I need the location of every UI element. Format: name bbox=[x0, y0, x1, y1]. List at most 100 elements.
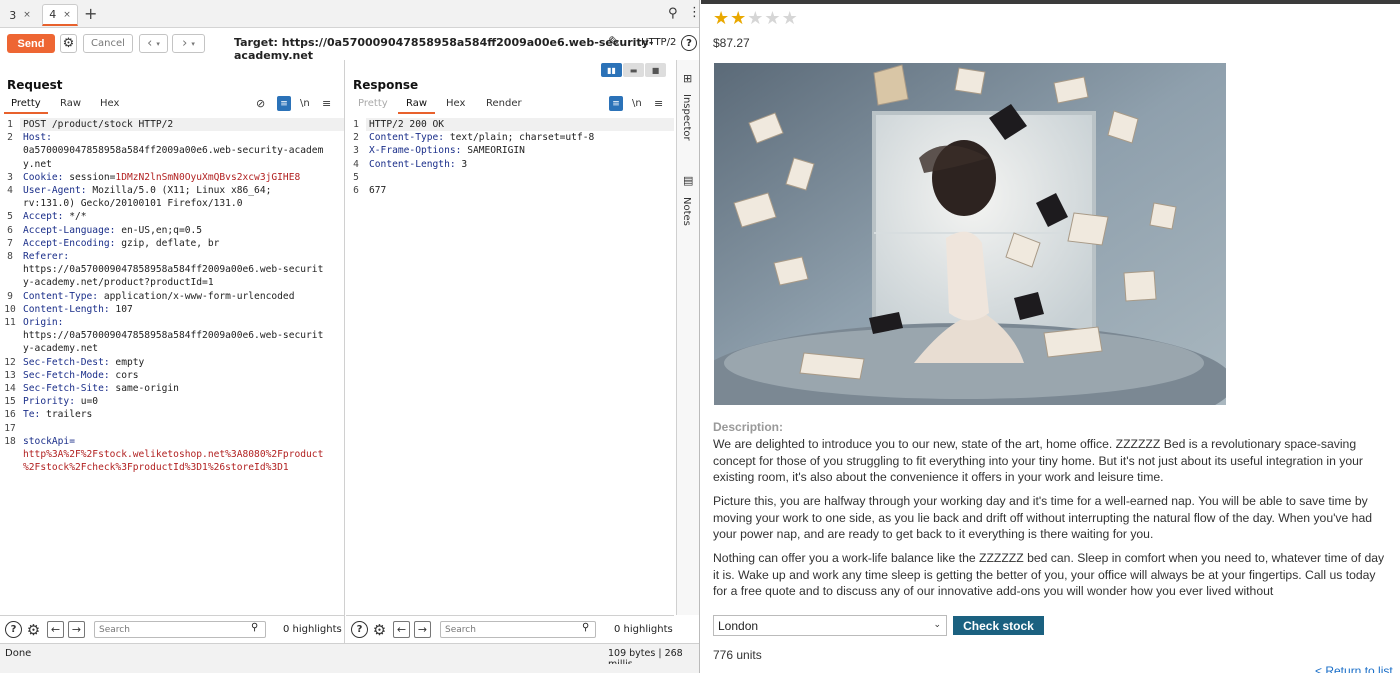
code-line: y-academy.net bbox=[0, 342, 344, 355]
line-text: User-Agent: Mozilla/5.0 (X11; Linux x86_… bbox=[20, 184, 344, 197]
line-text: https://0a570009047858958a584ff2009a00e6… bbox=[20, 329, 344, 342]
back-button[interactable]: ‹ ▾ bbox=[139, 34, 168, 53]
chevron-left-icon: ‹ bbox=[147, 36, 153, 51]
send-button[interactable]: Send bbox=[7, 34, 55, 53]
code-line: 7 Accept-Encoding: gzip, deflate, br bbox=[0, 237, 344, 250]
line-text: HTTP/2 200 OK bbox=[366, 118, 674, 132]
tab-pretty[interactable]: Pretty bbox=[4, 98, 48, 114]
cancel-button[interactable]: Cancel bbox=[83, 34, 133, 53]
header-name: Host: bbox=[23, 132, 52, 144]
next-arrow-icon[interactable]: → bbox=[414, 621, 431, 638]
menu-icon[interactable]: ≡ bbox=[654, 96, 663, 111]
forward-button[interactable]: › ▾ bbox=[172, 34, 205, 53]
layout-tabs-icon[interactable]: ■ bbox=[645, 63, 666, 77]
new-tab-icon[interactable]: + bbox=[84, 4, 97, 23]
line-number: 7 bbox=[7, 237, 13, 249]
search-input[interactable]: Search bbox=[94, 621, 266, 638]
response-viewer[interactable]: 1 HTTP/2 200 OK 2 Content-Type: text/plain;… bbox=[346, 118, 674, 197]
newline-icon[interactable]: \n bbox=[300, 96, 310, 111]
line-text: %2Fstock%2Fcheck%3FproductId%3D1%26store… bbox=[20, 461, 344, 474]
next-arrow-icon[interactable]: → bbox=[68, 621, 85, 638]
code-line: 4 User-Agent: Mozilla/5.0 (X11; Linux x86… bbox=[0, 184, 344, 197]
line-text: Sec-Fetch-Site: same-origin bbox=[20, 382, 344, 395]
help-icon[interactable]: ? bbox=[5, 621, 22, 638]
target-url: Target: https://0a570009047858958a584ff2… bbox=[234, 36, 654, 62]
header-value: 107 bbox=[109, 303, 133, 315]
tab-render[interactable]: Render bbox=[486, 98, 522, 112]
line-text: Host: bbox=[20, 131, 344, 144]
line-number: 3 bbox=[7, 171, 13, 183]
http-version[interactable]: HTTP/2 bbox=[641, 37, 676, 48]
request-panel: Request Pretty Raw Hex ⊘ ≡ \n ≡ 1 POST /p… bbox=[0, 60, 345, 615]
code-line: 3 Cookie: session=1DMzN2lnSmN0OyuXmQBvs2x… bbox=[0, 171, 344, 184]
layout-split-icon[interactable]: ▮▮ bbox=[601, 63, 622, 77]
code-line: 1 HTTP/2 200 OK bbox=[346, 118, 674, 132]
store-select[interactable]: London ⌄ bbox=[713, 615, 947, 636]
store-select-value: London bbox=[718, 618, 759, 633]
wrap-lines-icon[interactable]: ≡ bbox=[277, 96, 291, 111]
return-to-list-link[interactable]: < Return to list bbox=[1315, 664, 1393, 673]
tab-raw[interactable]: Raw bbox=[398, 98, 436, 114]
code-line: https://0a570009047858958a584ff2009a00e6… bbox=[0, 263, 344, 276]
gear-icon[interactable]: ⚙ bbox=[371, 621, 388, 639]
previous-arrow-icon[interactable]: ← bbox=[47, 621, 64, 638]
check-stock-button[interactable]: Check stock bbox=[953, 616, 1044, 635]
newline-icon[interactable]: \n bbox=[632, 96, 642, 111]
layout-stacked-icon[interactable]: ▬ bbox=[623, 63, 644, 77]
help-icon[interactable]: ? bbox=[681, 35, 697, 51]
code-line: 2 Host: bbox=[0, 131, 344, 144]
line-number: 3 bbox=[353, 145, 359, 157]
header-value: 0a570009047858958a584ff2009a00e6.web-sec… bbox=[23, 145, 324, 157]
edit-pencil-icon[interactable]: ✎ bbox=[608, 33, 621, 51]
line-text: stockApi= bbox=[20, 435, 344, 448]
star-icon: ★ bbox=[747, 8, 764, 28]
request-editor[interactable]: 1 POST /product/stock HTTP/2 2 Host: 0a57000… bbox=[0, 118, 344, 474]
line-text: POST /product/stock HTTP/2 bbox=[20, 118, 344, 132]
code-line: 5 Accept: */* bbox=[0, 210, 344, 223]
notes-icon[interactable]: ▤ bbox=[683, 174, 693, 187]
tab-hex[interactable]: Hex bbox=[100, 98, 119, 112]
notes-tab[interactable]: Notes bbox=[681, 197, 692, 226]
wrap-lines-icon[interactable]: ≡ bbox=[609, 96, 623, 111]
inspector-icon[interactable]: ⊞ bbox=[683, 72, 692, 85]
header-name: Sec-Fetch-Mode: bbox=[23, 369, 110, 381]
help-icon[interactable]: ? bbox=[351, 621, 368, 638]
line-text: http%3A%2F%2Fstock.weliketoshop.net%3A80… bbox=[20, 448, 344, 461]
search-icon[interactable]: ⚲ bbox=[668, 6, 678, 21]
code-line: 1 POST /product/stock HTTP/2 bbox=[0, 118, 344, 132]
header-value: https://0a570009047858958a584ff2009a00e6… bbox=[23, 330, 324, 342]
line-number: 1 bbox=[7, 119, 13, 130]
tab-raw[interactable]: Raw bbox=[60, 98, 81, 112]
repeater-tab-4[interactable]: 4 × bbox=[42, 4, 78, 26]
tab-hex[interactable]: Hex bbox=[446, 98, 465, 112]
response-search-bar: ? ⚙ ← → Search ⚲ 0 highlights bbox=[346, 615, 674, 643]
line-number: 15 bbox=[4, 396, 16, 408]
description-label: Description: bbox=[713, 420, 784, 434]
line-number bbox=[0, 276, 20, 289]
more-vertical-icon[interactable]: ⋮ bbox=[688, 5, 699, 20]
tab-pretty[interactable]: Pretty bbox=[358, 98, 388, 112]
line-number: 17 bbox=[4, 422, 16, 434]
gear-icon[interactable]: ⚙ bbox=[60, 34, 77, 53]
hide-eye-icon[interactable]: ⊘ bbox=[256, 96, 265, 111]
repeater-tab-3[interactable]: 3 × bbox=[4, 4, 36, 26]
line-number: 13 bbox=[4, 369, 16, 381]
close-icon[interactable]: × bbox=[63, 10, 71, 20]
previous-arrow-icon[interactable]: ← bbox=[393, 621, 410, 638]
line-text: Accept: */* bbox=[20, 210, 344, 223]
close-icon[interactable]: × bbox=[23, 10, 31, 20]
search-input[interactable]: Search bbox=[440, 621, 596, 638]
line-number: 4 bbox=[353, 158, 359, 170]
header-value: 3 bbox=[455, 158, 468, 170]
code-line: 14 Sec-Fetch-Site: same-origin bbox=[0, 382, 344, 395]
inspector-tab[interactable]: Inspector bbox=[681, 94, 692, 141]
line-text: Origin: bbox=[20, 316, 344, 329]
header-name: Cookie: bbox=[23, 171, 64, 183]
header-name: Referer: bbox=[23, 251, 70, 263]
header-value: text/plain; charset=utf-8 bbox=[444, 132, 595, 144]
menu-icon[interactable]: ≡ bbox=[322, 96, 331, 111]
gear-icon[interactable]: ⚙ bbox=[25, 621, 42, 639]
header-name: User-Agent: bbox=[23, 185, 87, 197]
header-value: en-US,en;q=0.5 bbox=[115, 224, 203, 236]
header-value: POST /product/stock HTTP/2 bbox=[23, 119, 174, 130]
